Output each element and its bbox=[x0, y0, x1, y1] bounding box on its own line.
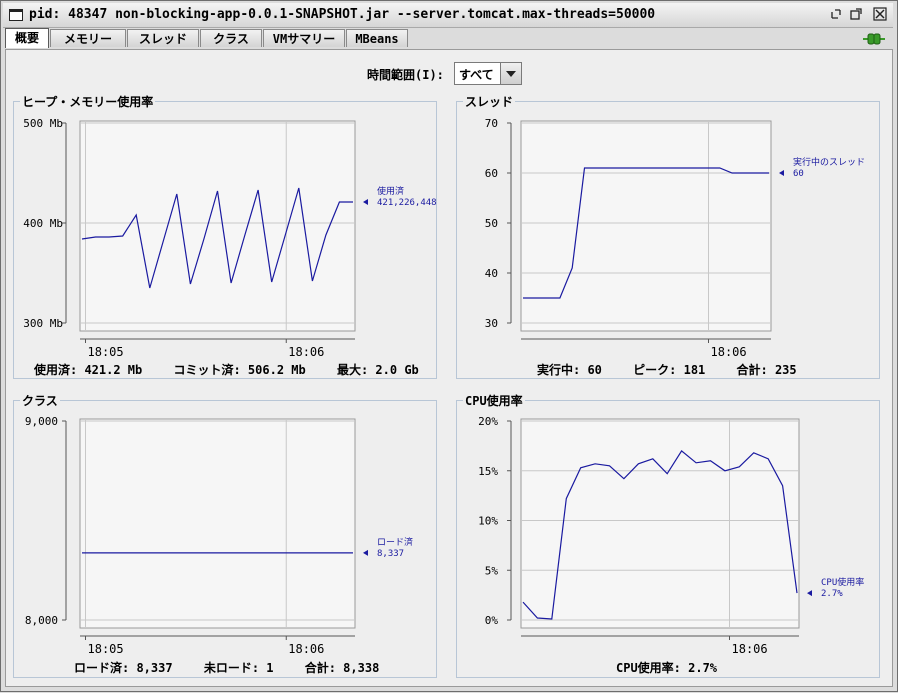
cpu-series-marker-icon bbox=[807, 590, 812, 597]
cpu-y-tick-label: 0% bbox=[485, 614, 499, 627]
cpu-series-value: 2.7% bbox=[821, 589, 843, 599]
cpu-x-tick-label: 18:06 bbox=[732, 642, 768, 656]
cpu-chart: 20% 15% 10% 5% 0% 18:06 CPU使用率2.7% bbox=[478, 415, 864, 656]
cpu-y-tick-label: 10% bbox=[478, 515, 498, 528]
app-window: pid: 48347 non-blocking-app-0.0.1-SNAPSH… bbox=[0, 0, 898, 692]
cpu-y-tick-label: 15% bbox=[478, 465, 498, 478]
cpu-series-name: CPU使用率 bbox=[821, 576, 864, 588]
cpu-y-tick-label: 20% bbox=[478, 415, 498, 428]
cpu-y-tick-label: 5% bbox=[485, 564, 499, 577]
